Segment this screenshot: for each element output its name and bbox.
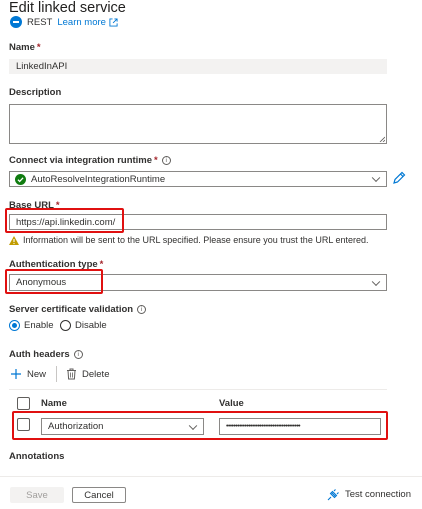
delete-label: Delete <box>82 368 110 380</box>
warning-text: Information will be sent to the URL spec… <box>23 235 369 245</box>
description-textarea[interactable] <box>9 104 387 144</box>
base-url-warning: Information will be sent to the URL spec… <box>9 235 369 245</box>
column-header-value: Value <box>219 398 244 409</box>
check-circle-icon <box>15 173 26 185</box>
auth-headers-label-text: Auth headers <box>9 349 70 360</box>
radio-enable-circle[interactable] <box>9 320 20 331</box>
name-label: Name * <box>9 42 41 53</box>
runtime-value: AutoResolveIntegrationRuntime <box>31 173 166 185</box>
plug-icon <box>327 489 339 501</box>
footer-divider <box>0 476 422 477</box>
radio-enable[interactable]: Enable <box>9 320 54 331</box>
learn-more-label: Learn more <box>57 16 106 28</box>
external-link-icon <box>109 17 118 27</box>
chevron-down-icon <box>371 277 381 286</box>
radio-disable-circle[interactable] <box>60 320 71 331</box>
highlight-auth-header-row <box>12 411 388 440</box>
auth-headers-label: Auth headers i <box>9 349 83 360</box>
new-header-button[interactable]: New <box>10 368 46 380</box>
highlight-auth-type <box>5 269 103 294</box>
server-cert-label: Server certificate validation i <box>9 304 147 315</box>
info-icon: i <box>161 156 171 165</box>
radio-disable-label: Disable <box>75 320 107 331</box>
test-connection-button[interactable]: Test connection <box>327 488 411 501</box>
pencil-icon[interactable] <box>392 171 406 185</box>
name-input[interactable]: LinkedInAPI <box>9 59 387 74</box>
info-icon: i <box>73 350 83 359</box>
chevron-down-icon <box>371 173 381 183</box>
trash-icon <box>67 368 77 380</box>
runtime-dropdown[interactable]: AutoResolveIntegrationRuntime <box>9 171 387 187</box>
toolbar-divider <box>56 366 58 382</box>
annotations-label: Annotations <box>9 451 65 462</box>
name-label-text: Name <box>9 42 35 53</box>
page-title: Edit linked service <box>9 0 126 16</box>
plus-icon <box>11 369 21 379</box>
warning-icon <box>9 235 19 245</box>
type-label: REST <box>27 16 53 28</box>
test-connection-label: Test connection <box>344 489 411 500</box>
save-button[interactable]: Save <box>10 487 64 503</box>
runtime-label-text: Connect via integration runtime <box>9 155 153 166</box>
cancel-button[interactable]: Cancel <box>72 487 126 503</box>
description-label: Description <box>9 87 62 98</box>
rest-icon <box>10 16 22 28</box>
runtime-label: Connect via integration runtime * i <box>9 155 171 166</box>
resize-grip-icon <box>379 136 385 142</box>
radio-enable-label: Enable <box>24 320 54 331</box>
linked-service-type: REST Learn more <box>10 16 118 28</box>
new-label: New <box>27 368 47 380</box>
highlight-base-url <box>5 208 124 233</box>
info-icon: i <box>137 305 147 314</box>
learn-more-link[interactable]: Learn more <box>57 17 118 28</box>
auth-headers-toolbar: New Delete <box>10 366 109 382</box>
server-cert-label-text: Server certificate validation <box>9 304 134 315</box>
select-all-checkbox[interactable] <box>17 397 30 410</box>
column-header-name: Name <box>41 398 67 409</box>
toolbar-underline <box>9 389 387 390</box>
radio-disable[interactable]: Disable <box>60 320 107 331</box>
delete-header-button[interactable]: Delete <box>66 368 109 380</box>
